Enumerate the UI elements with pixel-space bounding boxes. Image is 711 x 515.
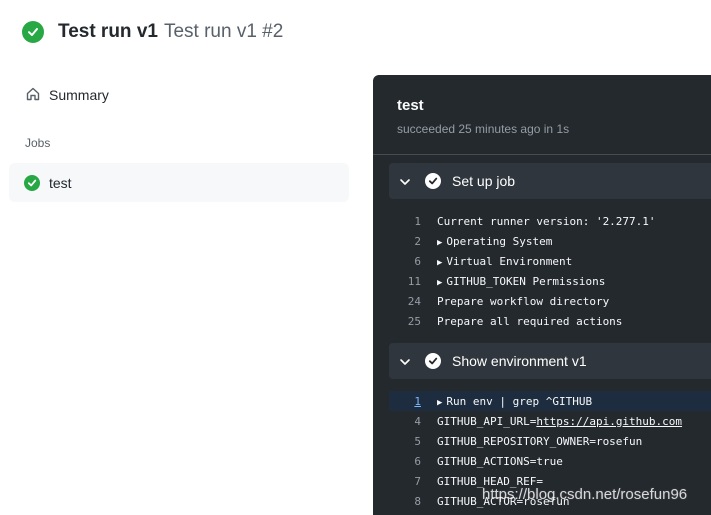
page-header: Test run v1 Test run v1 #2	[22, 18, 283, 46]
page-subtitle: Test run v1 #2	[163, 21, 284, 42]
line-text: GITHUB_TOKEN Permissions	[446, 274, 606, 288]
page-title: Test run v1	[58, 21, 158, 42]
job-log-header: test succeeded 25 minutes ago in 1s	[373, 75, 711, 155]
home-icon	[25, 86, 41, 105]
job-status-text: succeeded 25 minutes ago in 1s	[397, 122, 570, 136]
line-text: Operating System	[446, 234, 553, 248]
log-line: 5 GITHUB_REPOSITORY_OWNER=rosefun	[389, 431, 711, 451]
line-text: GITHUB_ACTIONS=true	[437, 454, 563, 468]
log-line: 25 Prepare all required actions	[389, 311, 711, 331]
line-text: Current runner version: '2.277.1'	[437, 214, 656, 228]
api-url-link[interactable]: https://api.github.com	[536, 415, 682, 428]
log-line[interactable]: 11 ▶ GITHUB_TOKEN Permissions	[389, 271, 711, 291]
log-line-highlighted[interactable]: 1 ▶ Run env | grep ^GITHUB	[389, 391, 711, 411]
line-number[interactable]: 1	[389, 395, 421, 408]
line-text: Prepare workflow directory	[437, 294, 610, 308]
log-line: 24 Prepare workflow directory	[389, 291, 711, 311]
sidebar-item-label: test	[49, 174, 72, 191]
job-log-panel: test succeeded 25 minutes ago in 1s Set …	[373, 75, 711, 515]
step-log-lines: 1 Current runner version: '2.277.1' 2 ▶ O…	[389, 211, 711, 331]
watermark: https://blog.csdn.net/rosefun96	[482, 486, 688, 503]
sidebar-item-job-test[interactable]: test	[9, 163, 349, 202]
line-number[interactable]: 6	[389, 455, 421, 468]
check-circle-icon	[425, 353, 441, 369]
line-number[interactable]: 7	[389, 475, 421, 488]
line-text: GITHUB_API_URL=	[437, 414, 537, 428]
line-number[interactable]: 1	[389, 215, 421, 228]
triangle-right-icon[interactable]: ▶	[437, 278, 442, 288]
jobs-heading: Jobs	[25, 136, 51, 150]
line-number[interactable]: 2	[389, 235, 421, 248]
log-line: 1 Current runner version: '2.277.1'	[389, 211, 711, 231]
log-line: 4 GITHUB_API_URL=https://api.github.com	[389, 411, 711, 431]
check-circle-icon	[22, 21, 44, 43]
log-line: 6 GITHUB_ACTIONS=true	[389, 451, 711, 471]
line-number[interactable]: 24	[389, 295, 421, 308]
sidebar-item-summary[interactable]: Summary	[25, 84, 109, 106]
log-line[interactable]: 6 ▶ Virtual Environment	[389, 251, 711, 271]
step-name: Show environment v1	[452, 353, 587, 369]
step-show-environment[interactable]: Show environment v1	[389, 343, 711, 379]
line-number[interactable]: 11	[389, 275, 421, 288]
check-circle-icon	[425, 173, 441, 189]
line-text: Prepare all required actions	[437, 314, 623, 328]
chevron-down-icon	[399, 355, 411, 367]
chevron-down-icon	[399, 175, 411, 187]
line-number[interactable]: 25	[389, 315, 421, 328]
step-name: Set up job	[452, 173, 516, 189]
job-title: test	[397, 97, 424, 114]
line-text: Run env | grep ^GITHUB	[446, 394, 593, 408]
line-text: GITHUB_REPOSITORY_OWNER=rosefun	[437, 434, 643, 448]
line-text: Virtual Environment	[446, 254, 573, 268]
line-number[interactable]: 8	[389, 495, 421, 508]
check-circle-icon	[24, 174, 40, 191]
line-number[interactable]: 6	[389, 255, 421, 268]
log-line[interactable]: 2 ▶ Operating System	[389, 231, 711, 251]
triangle-right-icon[interactable]: ▶	[437, 238, 442, 248]
line-number[interactable]: 5	[389, 435, 421, 448]
sidebar-item-label: Summary	[49, 87, 109, 103]
triangle-right-icon[interactable]: ▶	[437, 398, 442, 408]
step-set-up-job[interactable]: Set up job	[389, 163, 711, 199]
triangle-right-icon[interactable]: ▶	[437, 258, 442, 268]
line-number[interactable]: 4	[389, 415, 421, 428]
